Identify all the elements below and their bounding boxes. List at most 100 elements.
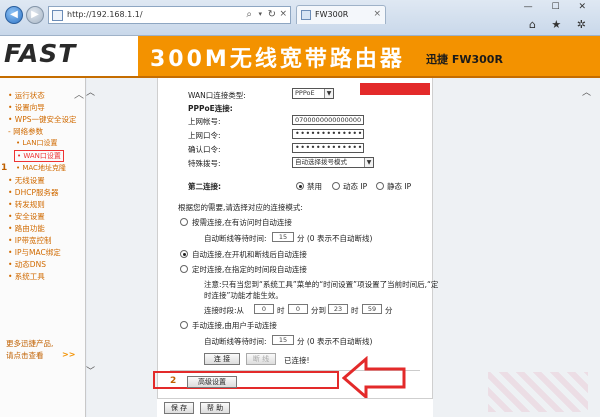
dial-mode-label: 特殊拨号: <box>188 159 221 168</box>
sidebar-item-ddns[interactable]: • 动态DNS <box>8 259 46 270</box>
auto-connect-label: 自动连接,在开机和断线后自动连接 <box>192 250 307 259</box>
timed-to-label: 分到 <box>311 306 326 315</box>
promo-arrows-icon[interactable]: >> <box>62 350 75 359</box>
account-label: 上网帐号: <box>188 117 221 126</box>
right-pane <box>433 78 600 417</box>
right-scroll-up-icon[interactable]: ︿ <box>582 85 591 98</box>
timed-from-minute-input[interactable]: 0 <box>288 304 308 314</box>
on-demand-idle-unit: 分 (0 表示不自动断线) <box>297 234 373 243</box>
url-text[interactable]: http://192.168.1.1/ <box>67 10 143 19</box>
second-conn-dynamic-label: 动态 IP <box>343 182 368 191</box>
manual-connect-label: 手动连接,由用户手动连接 <box>192 321 277 330</box>
help-button[interactable]: 帮 助 <box>200 402 230 414</box>
second-conn-static-radio[interactable] <box>376 182 384 190</box>
sidebar-item-status[interactable]: • 运行状态 <box>8 90 45 101</box>
sidebar-item-routing[interactable]: • 路由功能 <box>8 223 45 234</box>
wan-type-select[interactable]: PPPoE ▼ <box>292 88 334 99</box>
promo-text-line2[interactable]: 请点击查看 <box>6 350 44 361</box>
sidebar-item-dhcp[interactable]: • DHCP服务器 <box>8 187 58 198</box>
sidebar-item-mac-clone[interactable]: • MAC地址克隆 <box>16 163 66 173</box>
second-conn-dynamic-radio[interactable] <box>332 182 340 190</box>
address-bar[interactable]: http://192.168.1.1/ ⌕ ▾ ↻ × <box>48 6 291 24</box>
address-dropdown-icon[interactable]: ▾ <box>258 10 262 18</box>
wan-type-label: WAN口连接类型: <box>188 91 246 100</box>
back-button[interactable]: ◀ <box>5 6 23 24</box>
second-conn-disabled-label: 禁用 <box>307 182 322 191</box>
tab-close-icon[interactable]: × <box>373 9 381 19</box>
connection-status: 已连接! <box>284 356 310 365</box>
on-demand-radio[interactable] <box>180 218 188 226</box>
sidebar-item-security[interactable]: • 安全设置 <box>8 211 45 222</box>
back-arrow-icon: ◀ <box>10 9 18 20</box>
wan-type-value: PPPoE <box>295 89 315 97</box>
second-conn-label: 第二连接: <box>188 182 221 191</box>
on-demand-idle-label: 自动断线等待时间: <box>204 234 267 243</box>
timed-note-line2: 时连接”功能才能生效。 <box>204 291 283 300</box>
account-input[interactable]: 0700000000000000 <box>292 115 364 125</box>
password-input[interactable]: ••••••••••••••• <box>292 129 364 139</box>
disconnect-button[interactable]: 断 线 <box>246 353 276 365</box>
timed-period-label: 连接时段:从 <box>204 306 245 315</box>
watermark <box>488 372 588 412</box>
promo-text-line1[interactable]: 更多迅捷产品, <box>6 338 53 349</box>
fast-logo: FAST <box>4 39 77 68</box>
mode-prompt: 根据您的需要,请选择对应的连接模式: <box>178 203 303 212</box>
refresh-icon[interactable]: ↻ <box>268 9 276 20</box>
window-controls[interactable]: — ☐ ✕ <box>524 2 594 12</box>
redaction-bar <box>360 83 430 95</box>
on-demand-idle-input[interactable]: 15 <box>272 232 294 242</box>
sidebar-item-lan[interactable]: • LAN口设置 <box>16 138 57 148</box>
timed-connect-radio[interactable] <box>180 265 188 273</box>
second-conn-static-label: 静态 IP <box>387 182 412 191</box>
sidebar-item-wireless[interactable]: • 无线设置 <box>8 175 45 186</box>
timed-to-hour-input[interactable]: 23 <box>328 304 348 314</box>
forward-arrow-icon: ▶ <box>31 9 39 20</box>
timed-connect-label: 定时连接,在指定的时间段自动连接 <box>192 265 307 274</box>
password-label: 上网口令: <box>188 131 221 140</box>
sidebar-item-forwarding[interactable]: • 转发规则 <box>8 199 45 210</box>
confirm-password-label: 确认口令: <box>188 145 221 154</box>
second-conn-disabled-radio[interactable] <box>296 182 304 190</box>
timed-from-hour-input[interactable]: 0 <box>254 304 274 314</box>
bottom-action-bar <box>157 398 433 417</box>
annotation-arrow-icon <box>342 356 406 400</box>
timed-hour-unit-1: 时 <box>277 306 285 315</box>
browser-tab[interactable]: FW300R × <box>296 5 386 24</box>
sidebar-item-wps[interactable]: • WPS一键安全设定 <box>8 114 77 125</box>
chevron-down-icon: ▼ <box>324 89 333 98</box>
tab-favicon-icon <box>301 10 311 20</box>
tab-title: FW300R <box>315 10 349 19</box>
sidebar-item-wan[interactable]: • WAN口设置 <box>14 150 64 162</box>
sidebar-menu: ︿ • 运行状态 • 设置向导 • WPS一键安全设定 - 网络参数 • LAN… <box>0 78 86 417</box>
connect-button[interactable]: 连 接 <box>204 353 240 365</box>
timed-hour-unit-2: 时 <box>351 306 359 315</box>
stop-icon[interactable]: × <box>279 9 287 19</box>
scroll-up-icon[interactable]: ︿ <box>86 85 95 98</box>
sidebar-item-ip-mac-binding[interactable]: • IP与MAC绑定 <box>8 247 61 258</box>
manual-idle-input[interactable]: 15 <box>272 335 294 345</box>
timed-minute-unit: 分 <box>385 306 393 315</box>
chevron-up-icon[interactable]: ︿ <box>74 86 84 101</box>
forward-button[interactable]: ▶ <box>26 6 44 24</box>
browser-tools-icons[interactable]: ⌂ ★ ✲ <box>529 18 592 31</box>
advanced-settings-button[interactable]: 高级设置 <box>187 376 237 388</box>
save-button[interactable]: 保 存 <box>164 402 194 414</box>
manual-connect-radio[interactable] <box>180 321 188 329</box>
sidebar-item-network[interactable]: - 网络参数 <box>8 126 43 137</box>
page-favicon-icon <box>52 10 63 21</box>
sidebar-item-bandwidth[interactable]: • IP带宽控制 <box>8 235 52 246</box>
dial-mode-select[interactable]: 自动选择拨号模式 ▼ <box>292 157 374 168</box>
manual-idle-unit: 分 (0 表示不自动断线) <box>297 337 373 346</box>
sidebar-item-system-tools[interactable]: • 系统工具 <box>8 271 45 282</box>
pppoe-section-label: PPPoE连接: <box>188 104 233 113</box>
timed-note-line1: 注意:只有当您到“系统工具”菜单的“时间设置”项设置了当前时间后,“定 <box>204 280 439 289</box>
sidebar-item-wizard[interactable]: • 设置向导 <box>8 102 45 113</box>
highlight-box <box>153 371 339 389</box>
auto-connect-radio[interactable] <box>180 250 188 258</box>
timed-to-minute-input[interactable]: 59 <box>362 304 382 314</box>
confirm-password-input[interactable]: ••••••••••••••• <box>292 143 364 153</box>
model-name: 迅捷 FW300R <box>426 53 503 66</box>
browser-chrome: ◀ ▶ http://192.168.1.1/ ⌕ ▾ ↻ × FW300R ×… <box>0 0 600 36</box>
scroll-down-icon[interactable]: ﹀ <box>86 364 95 377</box>
search-icon[interactable]: ⌕ <box>246 9 252 20</box>
